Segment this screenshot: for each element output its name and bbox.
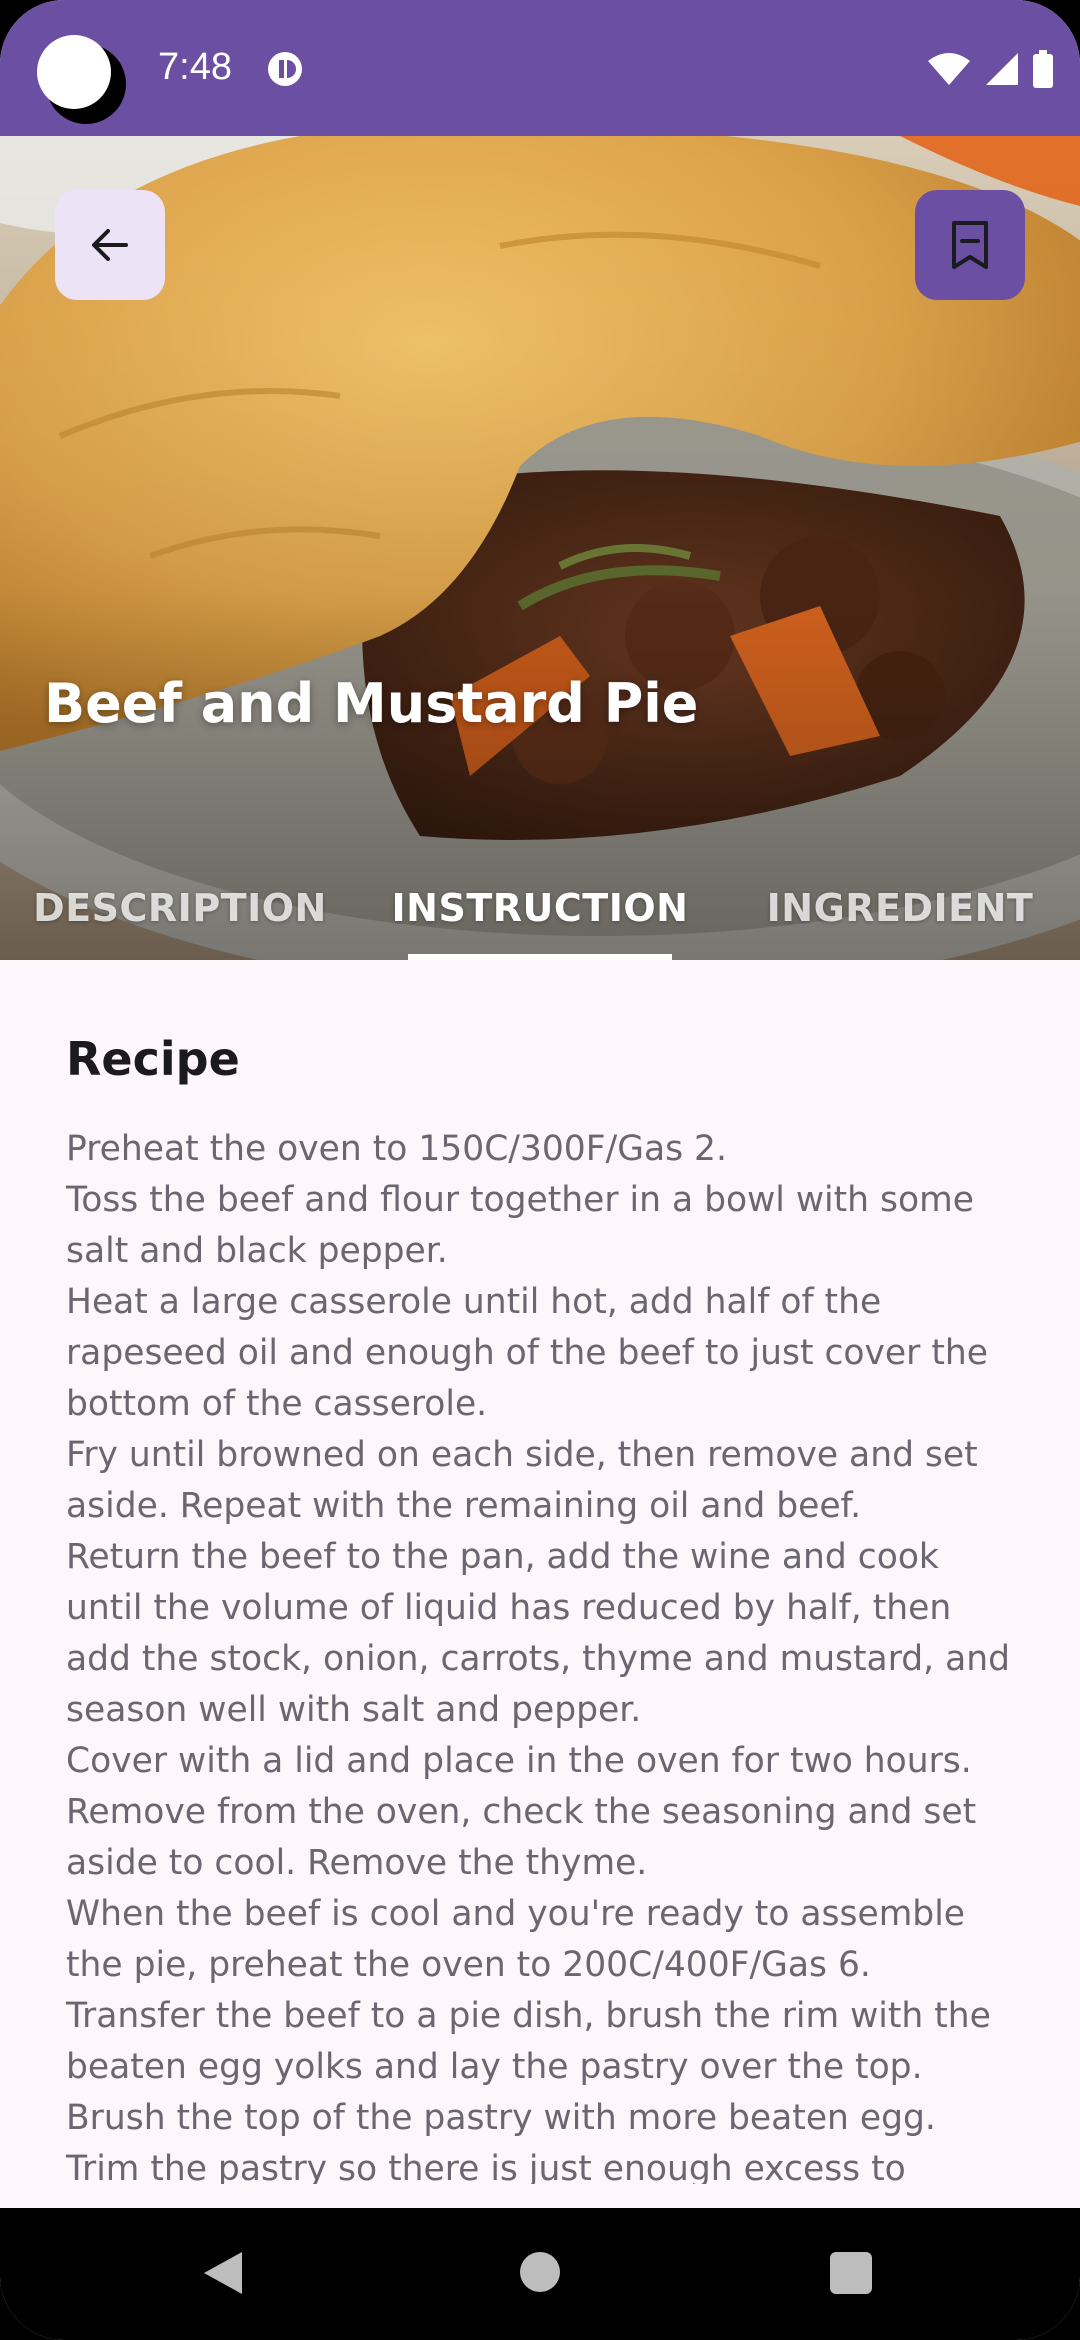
- step-text: Heat a large casserole until hot, add ha…: [66, 1282, 988, 1424]
- step-text: Fry until browned on each side, then rem…: [66, 1435, 978, 1526]
- scroll-area[interactable]: Recipe Preheat the oven to 150C/300F/Gas…: [0, 960, 1080, 2184]
- step-text: Return the beef to the pan, add the wine…: [66, 1537, 1011, 1730]
- instruction-panel[interactable]: Recipe Preheat the oven to 150C/300F/Gas…: [0, 960, 1080, 2208]
- step-text: Cover with a lid and place in the oven f…: [66, 1741, 972, 1781]
- step-text: When the beef is cool and you're ready t…: [66, 1894, 966, 1985]
- phone-screen: 7:48 Beef and Mustard Pie DESCRIPTION IN…: [0, 0, 1080, 2340]
- step-text: Remove from the oven, check the seasonin…: [66, 1792, 977, 1883]
- section-heading: Recipe: [66, 1032, 240, 1086]
- status-indicators: [926, 50, 1054, 88]
- nav-recents-icon[interactable]: [830, 2252, 872, 2294]
- bookmark-button[interactable]: [915, 190, 1025, 300]
- signal-icon: [986, 53, 1018, 85]
- step-text: Preheat the oven to 150C/300F/Gas 2.: [66, 1129, 727, 1169]
- tab-ingredient[interactable]: INGREDIENT: [740, 856, 1060, 960]
- step-text: Transfer the beef to a pie dish, brush t…: [66, 1996, 991, 2087]
- step-text: Brush the top of the pastry with more be…: [66, 2098, 936, 2138]
- wifi-icon: [928, 53, 970, 85]
- nav-home-icon[interactable]: [520, 2252, 560, 2292]
- recipe-hero: Beef and Mustard Pie DESCRIPTION INSTRUC…: [0, 136, 1080, 960]
- nav-back-icon[interactable]: [200, 2248, 246, 2298]
- instruction-steps: Preheat the oven to 150C/300F/Gas 2. Tos…: [66, 1124, 1026, 2184]
- bookmark-icon: [952, 221, 988, 269]
- data-saver-icon: [268, 52, 302, 86]
- battery-icon: [1033, 50, 1053, 88]
- moon-icon: [37, 35, 126, 124]
- status-time: 7:48: [158, 46, 232, 88]
- arrow-left-icon: [92, 229, 128, 261]
- back-button[interactable]: [55, 190, 165, 300]
- status-bar: 7:48: [0, 0, 1080, 136]
- system-nav-bar: [0, 2208, 1080, 2340]
- recipe-title: Beef and Mustard Pie: [44, 672, 699, 735]
- tab-description[interactable]: DESCRIPTION: [20, 856, 340, 960]
- tab-instruction[interactable]: INSTRUCTION: [380, 856, 700, 960]
- step-text: Toss the beef and flour together in a bo…: [66, 1180, 974, 1271]
- step-text: Trim the pastry so there is just enough …: [66, 2149, 906, 2184]
- tab-bar: DESCRIPTION INSTRUCTION INGREDIENT: [0, 856, 1080, 960]
